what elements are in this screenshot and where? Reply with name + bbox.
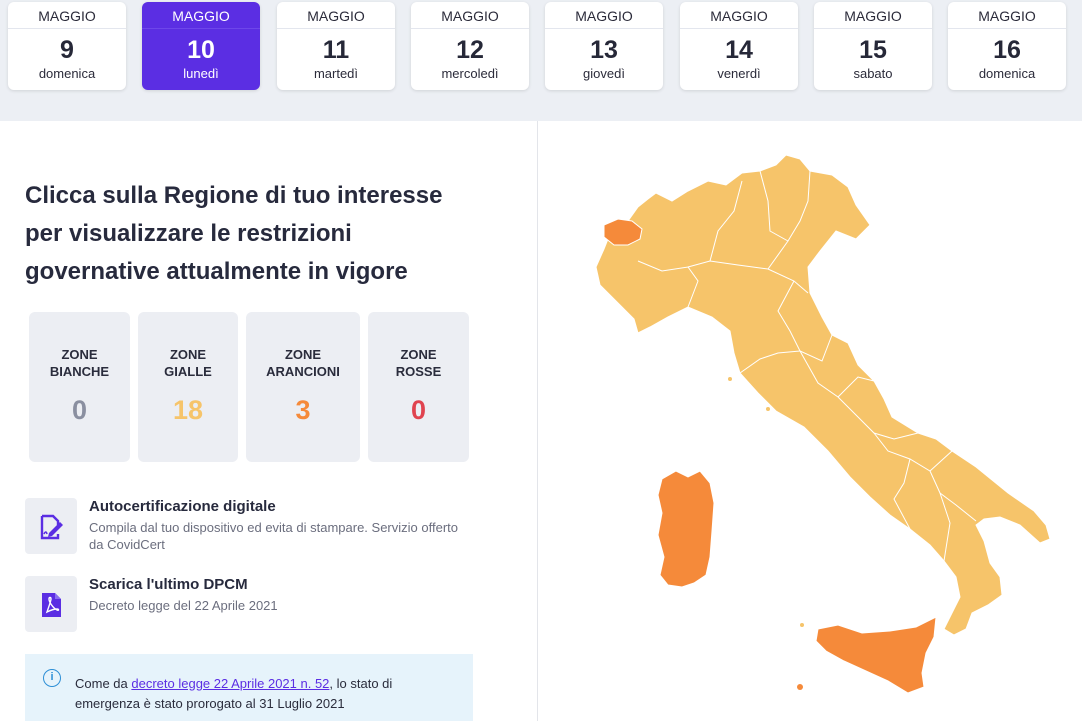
- edit-document-icon: [25, 498, 77, 554]
- date-day: 13: [590, 36, 618, 64]
- date-selector: MAGGIO 9 domenica MAGGIO 10 lunedì MAGGI…: [0, 0, 1082, 121]
- italy-map: [538, 121, 1082, 721]
- date-weekday: sabato: [853, 66, 893, 81]
- date-weekday: martedì: [313, 66, 359, 81]
- zone-count: 3: [295, 395, 311, 425]
- date-day: 10: [187, 36, 215, 64]
- date-weekday: lunedì: [183, 66, 219, 81]
- emergency-notice: i Come da decreto legge 22 Aprile 2021 n…: [25, 654, 473, 721]
- notice-text: Come da decreto legge 22 Aprile 2021 n. …: [75, 676, 393, 711]
- date-month: MAGGIO: [142, 2, 260, 29]
- date-card-11[interactable]: MAGGIO 11 martedì: [277, 2, 395, 90]
- island-dot: [800, 623, 804, 627]
- island-dot: [728, 377, 732, 381]
- date-card-9[interactable]: MAGGIO 9 domenica: [8, 2, 126, 90]
- zone-label: ZONE ROSSE: [395, 347, 442, 379]
- page-headline: Clicca sulla Regione di tuo interesse pe…: [25, 182, 443, 285]
- date-day: 12: [456, 36, 484, 64]
- date-month: MAGGIO: [411, 2, 529, 29]
- autocert-title: Autocertificazione digitale: [89, 498, 276, 515]
- date-day: 11: [322, 36, 350, 64]
- date-weekday: mercoledì: [441, 66, 499, 81]
- zone-count: 0: [410, 395, 427, 425]
- zone-card-gialle: ZONE GIALLE 18: [138, 312, 238, 462]
- date-day: 14: [725, 36, 753, 64]
- info-panel: Clicca sulla Regione di tuo interesse pe…: [0, 121, 537, 721]
- zone-card-bianche: ZONE BIANCHE 0: [29, 312, 130, 462]
- date-weekday: venerdì: [717, 66, 761, 81]
- zone-count: 18: [172, 395, 204, 425]
- dpcm-description: Decreto legge del 22 Aprile 2021: [89, 598, 278, 613]
- region-sardegna[interactable]: [657, 470, 715, 588]
- date-weekday: domenica: [978, 66, 1036, 81]
- zone-label: ZONE ARANCIONI: [266, 347, 340, 379]
- date-month: MAGGIO: [277, 2, 395, 29]
- region-sicilia[interactable]: [815, 616, 937, 694]
- decreto-link[interactable]: decreto legge 22 Aprile 2021 n. 52: [131, 676, 329, 691]
- date-card-13[interactable]: MAGGIO 13 giovedì: [545, 2, 663, 90]
- date-card-15[interactable]: MAGGIO 15 sabato: [814, 2, 932, 90]
- pdf-file-icon: [25, 576, 77, 632]
- date-day: 9: [60, 36, 74, 64]
- date-month: MAGGIO: [8, 2, 126, 29]
- date-card-12[interactable]: MAGGIO 12 mercoledì: [411, 2, 529, 90]
- autocertificazione-link[interactable]: Autocertificazione digitale Compila dal …: [25, 498, 473, 554]
- zone-label: ZONE GIALLE: [164, 347, 212, 379]
- island-dot: [797, 684, 803, 690]
- date-card-14[interactable]: MAGGIO 14 venerdì: [680, 2, 798, 90]
- autocert-description: Compila dal tuo dispositivo ed evita di …: [89, 520, 459, 552]
- date-card-16[interactable]: MAGGIO 16 domenica: [948, 2, 1066, 90]
- date-month: MAGGIO: [948, 2, 1066, 29]
- date-day: 15: [859, 36, 887, 64]
- date-weekday: giovedì: [583, 66, 625, 81]
- zone-card-arancioni: ZONE ARANCIONI 3: [246, 312, 360, 462]
- date-card-10-selected[interactable]: MAGGIO 10 lunedì: [142, 2, 260, 90]
- dpcm-download-link[interactable]: Scarica l'ultimo DPCM Decreto legge del …: [25, 576, 473, 632]
- dpcm-title: Scarica l'ultimo DPCM: [89, 576, 248, 593]
- date-month: MAGGIO: [545, 2, 663, 29]
- date-day: 16: [993, 36, 1021, 64]
- date-month: MAGGIO: [680, 2, 798, 29]
- zone-label: ZONE BIANCHE: [49, 347, 110, 379]
- island-dot: [766, 407, 770, 411]
- date-month: MAGGIO: [814, 2, 932, 29]
- zone-count: 0: [71, 395, 88, 425]
- zone-card-rosse: ZONE ROSSE 0: [368, 312, 469, 462]
- date-weekday: domenica: [38, 66, 96, 81]
- info-icon: i: [43, 669, 61, 687]
